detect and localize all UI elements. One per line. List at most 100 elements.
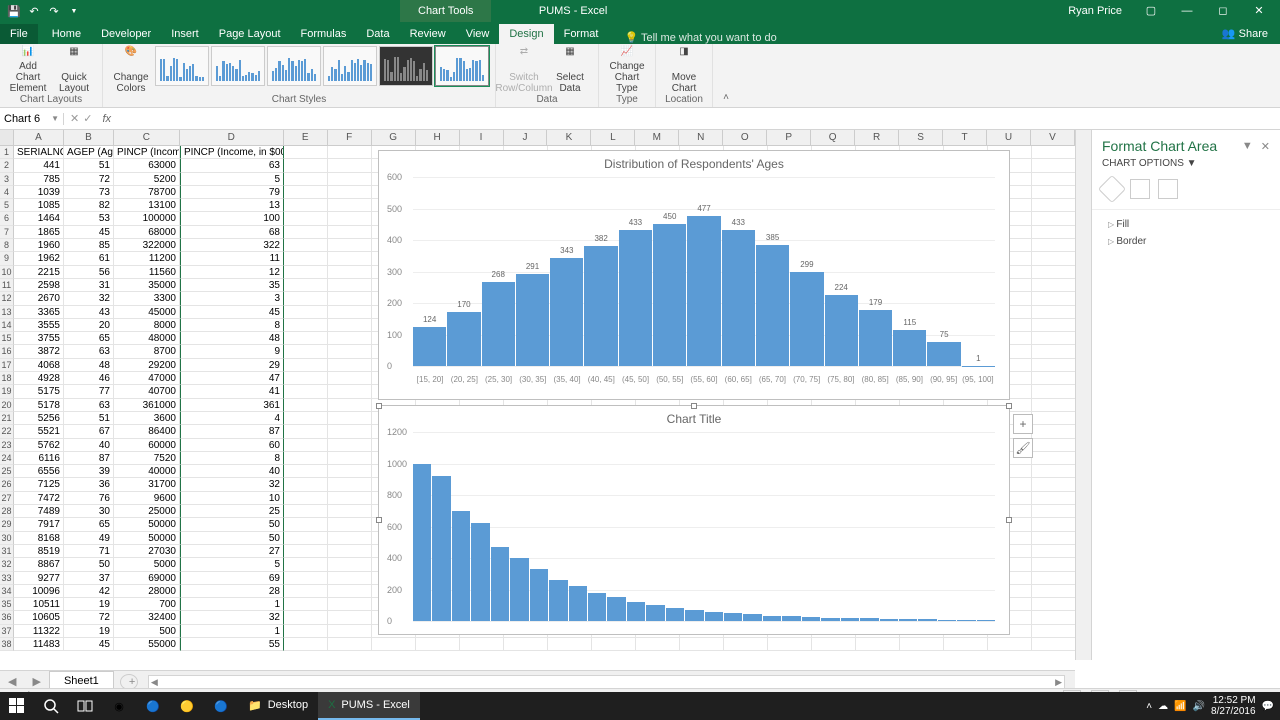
cell[interactable]: 76	[64, 492, 114, 505]
task-view-icon[interactable]	[68, 692, 102, 720]
cell[interactable]: 5000	[114, 558, 180, 571]
vertical-scrollbar[interactable]	[1075, 130, 1091, 660]
cell[interactable]: 40700	[114, 385, 180, 398]
cell[interactable]: 3365	[14, 306, 64, 319]
row-header[interactable]: 13	[0, 306, 14, 319]
formula-bar[interactable]	[115, 109, 1280, 129]
cell[interactable]: 47000	[114, 372, 180, 385]
cell[interactable]: 25000	[114, 505, 180, 518]
cell[interactable]	[328, 159, 372, 172]
chart-bar[interactable]: 477	[687, 216, 720, 366]
cell[interactable]: 45	[64, 638, 114, 651]
cell[interactable]	[1032, 611, 1075, 624]
chart-styles-button[interactable]: 🖌	[1013, 438, 1033, 458]
chart-bar[interactable]: 385	[756, 245, 789, 366]
cell[interactable]	[284, 412, 328, 425]
cell[interactable]: 50000	[114, 518, 180, 531]
chart-style-thumb[interactable]	[435, 46, 489, 86]
chart-style-thumb[interactable]	[211, 46, 265, 86]
cell[interactable]: 48	[180, 332, 284, 345]
chart-bar[interactable]: 268	[482, 282, 515, 366]
pane-dropdown-icon[interactable]: ▼	[1242, 140, 1253, 153]
cell[interactable]: 35000	[114, 279, 180, 292]
cell[interactable]	[328, 439, 372, 452]
cell[interactable]	[328, 279, 372, 292]
cell[interactable]	[1032, 279, 1075, 292]
chart-bar[interactable]	[413, 464, 431, 622]
column-header[interactable]: V	[1031, 130, 1075, 145]
cell[interactable]	[328, 385, 372, 398]
row-header[interactable]: 35	[0, 598, 14, 611]
cell[interactable]	[592, 638, 636, 651]
cell[interactable]: 42	[64, 585, 114, 598]
cell[interactable]	[284, 173, 328, 186]
chart-income-histogram[interactable]: Chart Title 020040060080010001200 + 🖌	[378, 405, 1010, 635]
row-header[interactable]: 22	[0, 425, 14, 438]
cell[interactable]: 72	[64, 611, 114, 624]
tab-nav-next-icon[interactable]: ▶	[24, 675, 48, 688]
cell[interactable]: 2215	[14, 266, 64, 279]
cell[interactable]: SERIALNO	[14, 146, 64, 159]
cell[interactable]: 40	[180, 465, 284, 478]
cell[interactable]	[284, 478, 328, 491]
cell[interactable]	[284, 159, 328, 172]
cell[interactable]	[1032, 186, 1075, 199]
cell[interactable]	[328, 572, 372, 585]
cell[interactable]: 8700	[114, 345, 180, 358]
cell[interactable]	[1032, 625, 1075, 638]
chart-bar[interactable]: 224	[825, 295, 858, 366]
row-header[interactable]: 21	[0, 412, 14, 425]
cell[interactable]: 10	[180, 492, 284, 505]
cell[interactable]: 10511	[14, 598, 64, 611]
cell[interactable]	[284, 465, 328, 478]
cell[interactable]	[328, 399, 372, 412]
taskbar-app-steam[interactable]: ◉	[102, 692, 136, 720]
row-header[interactable]: 23	[0, 439, 14, 452]
search-icon[interactable]	[34, 692, 68, 720]
cell[interactable]: 73	[64, 186, 114, 199]
cell[interactable]: 1464	[14, 212, 64, 225]
cell[interactable]: 8867	[14, 558, 64, 571]
row-header[interactable]: 11	[0, 279, 14, 292]
cell[interactable]	[284, 505, 328, 518]
row-header[interactable]: 19	[0, 385, 14, 398]
column-header[interactable]: R	[855, 130, 899, 145]
change-chart-type-button[interactable]: 📈Change Chart Type	[605, 46, 649, 94]
cell[interactable]: 785	[14, 173, 64, 186]
confirm-formula-icon[interactable]: ✓	[83, 112, 92, 125]
cell[interactable]: 50000	[114, 532, 180, 545]
cell[interactable]: 35	[180, 279, 284, 292]
chart-bar[interactable]	[685, 610, 703, 621]
row-header[interactable]: 36	[0, 611, 14, 624]
row-header[interactable]: 34	[0, 585, 14, 598]
cell[interactable]: 3555	[14, 319, 64, 332]
row-header[interactable]: 2	[0, 159, 14, 172]
row-header[interactable]: 31	[0, 545, 14, 558]
cell[interactable]: 3	[180, 292, 284, 305]
row-header[interactable]: 25	[0, 465, 14, 478]
cell[interactable]: 50	[64, 558, 114, 571]
row-header[interactable]: 14	[0, 319, 14, 332]
close-icon[interactable]: ✕	[1242, 0, 1276, 22]
row-header[interactable]: 8	[0, 239, 14, 252]
cell[interactable]: 51	[64, 412, 114, 425]
cell[interactable]	[548, 638, 592, 651]
cell[interactable]: 9277	[14, 572, 64, 585]
cell[interactable]	[284, 532, 328, 545]
chart-bar[interactable]	[821, 618, 839, 621]
cell[interactable]	[328, 239, 372, 252]
row-header[interactable]: 16	[0, 345, 14, 358]
cell[interactable]	[1032, 345, 1075, 358]
cell[interactable]: 71	[64, 545, 114, 558]
cell[interactable]: 100	[180, 212, 284, 225]
row-header[interactable]: 26	[0, 478, 14, 491]
cell[interactable]: 72	[64, 173, 114, 186]
cell[interactable]: 37	[64, 572, 114, 585]
cell[interactable]: 1085	[14, 199, 64, 212]
cell[interactable]: 7125	[14, 478, 64, 491]
cell[interactable]: 31700	[114, 478, 180, 491]
chart-style-thumb[interactable]	[379, 46, 433, 86]
cell[interactable]: 8519	[14, 545, 64, 558]
cell[interactable]	[328, 638, 372, 651]
taskbar-app-excel[interactable]: XPUMS - Excel	[318, 692, 420, 720]
